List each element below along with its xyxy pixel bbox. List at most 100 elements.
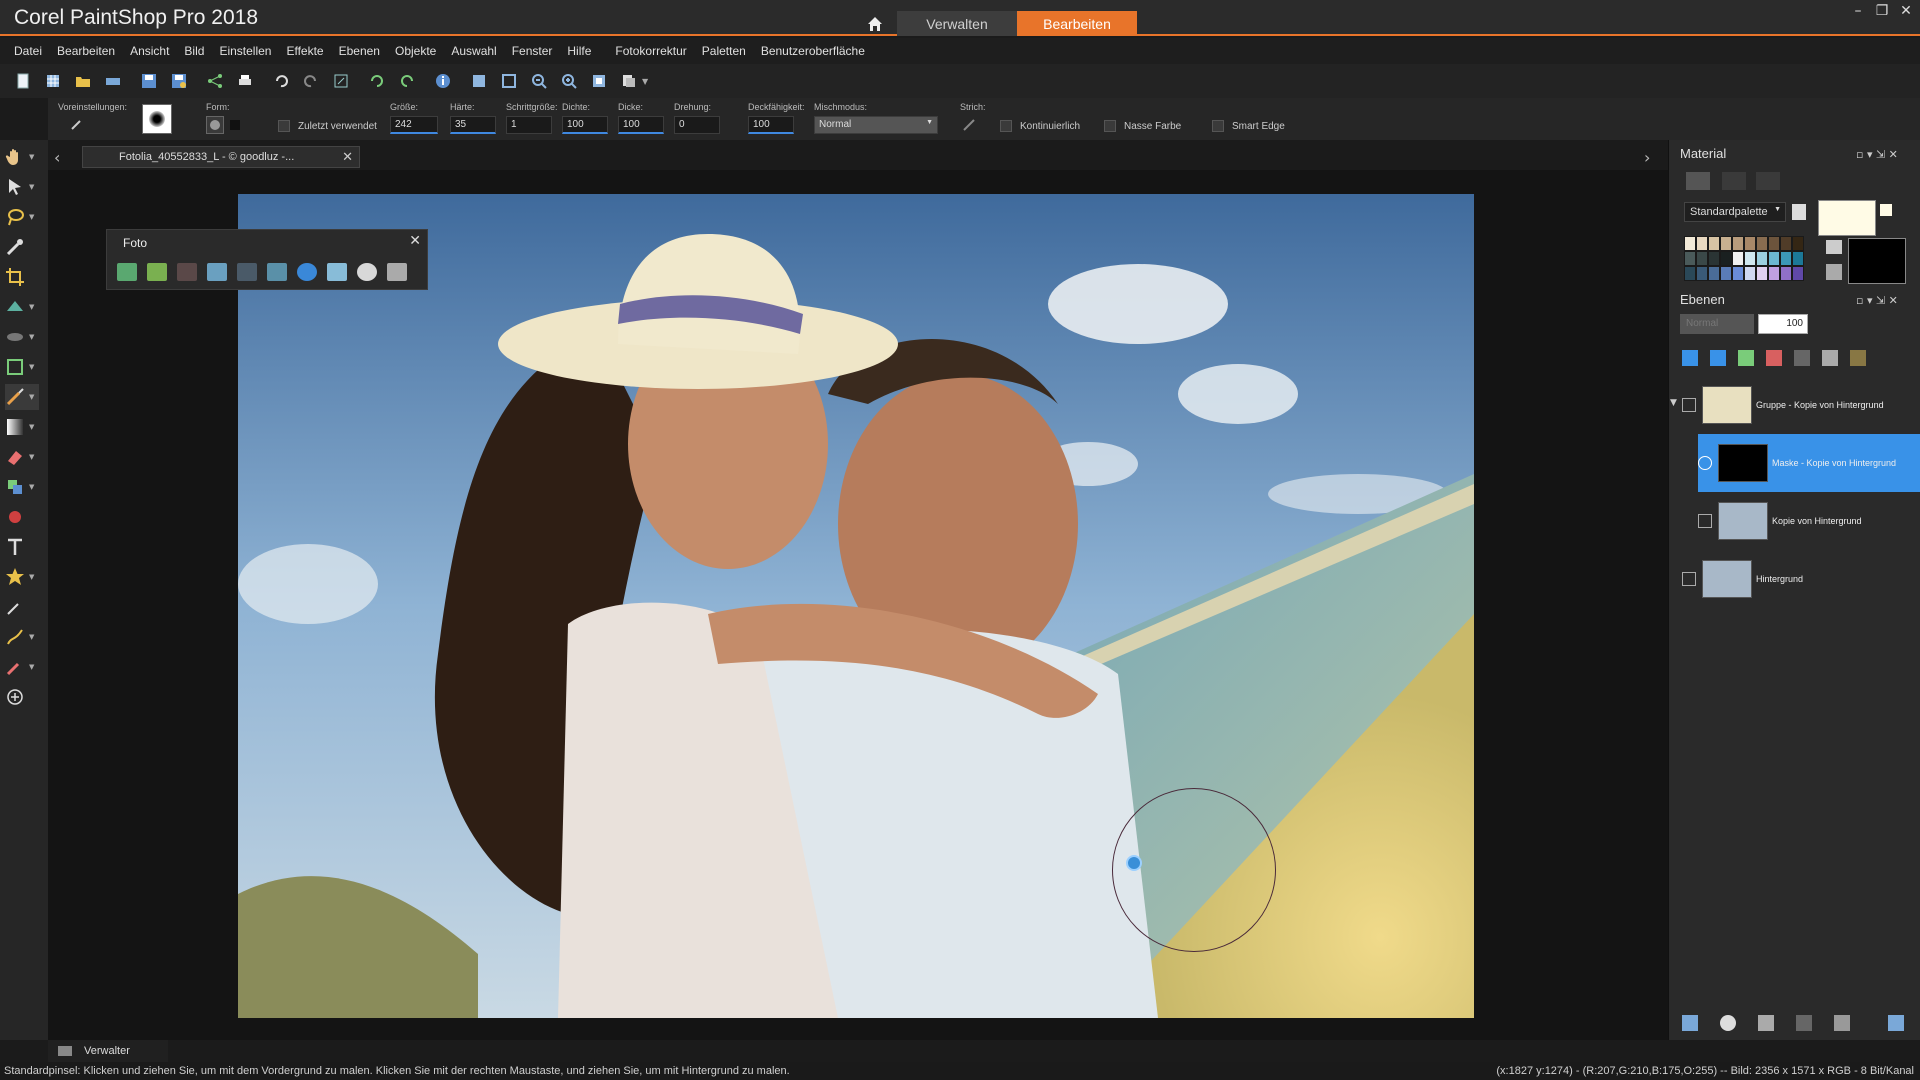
- panel-options-icon[interactable]: ▫ ▾ ⇲ ✕: [1856, 148, 1898, 161]
- thickness-field[interactable]: 100: [618, 116, 664, 134]
- eraser-tool[interactable]: ▼: [5, 444, 39, 470]
- continuous-checkbox[interactable]: Kontinuierlich: [1000, 120, 1080, 132]
- menu-bild[interactable]: Bild: [184, 44, 204, 58]
- gradient-tab[interactable]: [1722, 172, 1746, 190]
- color-swatches[interactable]: [1684, 236, 1804, 282]
- menu-ebenen[interactable]: Ebenen: [339, 44, 380, 58]
- warp-tool[interactable]: ▼: [5, 624, 39, 650]
- new-raster-layer-icon[interactable]: [1682, 350, 1698, 366]
- red-eye-tool[interactable]: ▼: [5, 324, 39, 350]
- palette-select[interactable]: Standardpalette ▼: [1684, 202, 1786, 222]
- palette-menu-icon[interactable]: [1792, 204, 1806, 220]
- redo-icon[interactable]: [302, 72, 320, 90]
- eye-icon[interactable]: [1682, 572, 1696, 586]
- preset-picker-icon[interactable]: [68, 117, 92, 133]
- picture-tube-tool[interactable]: [5, 504, 39, 530]
- layer-row[interactable]: Gruppe - Kopie von Hintergrund: [1682, 376, 1920, 434]
- undo-history-icon[interactable]: [368, 72, 386, 90]
- menu-ansicht[interactable]: Ansicht: [130, 44, 169, 58]
- backlighting-icon[interactable]: [237, 263, 257, 281]
- brush-preview[interactable]: [142, 104, 172, 134]
- menu-auswahl[interactable]: Auswahl: [451, 44, 496, 58]
- clone-tool[interactable]: ▼: [5, 474, 39, 500]
- shape-tool[interactable]: ▼: [5, 564, 39, 590]
- new-vector-layer-icon[interactable]: [1710, 350, 1726, 366]
- crop-tool[interactable]: [5, 264, 39, 290]
- transparent-toggle-icon[interactable]: [1826, 240, 1842, 254]
- square-shape-button[interactable]: [230, 120, 240, 130]
- background-color-swatch[interactable]: [1848, 238, 1906, 284]
- layer-row[interactable]: Hintergrund: [1682, 550, 1920, 608]
- save-icon[interactable]: [140, 72, 158, 90]
- menu-hilfe[interactable]: Hilfe: [567, 44, 591, 58]
- link-icon[interactable]: [1822, 350, 1838, 366]
- new-layer-icon[interactable]: [1682, 1015, 1698, 1031]
- minimize-button[interactable]: –: [1846, 3, 1870, 19]
- opacity-field[interactable]: 100: [748, 116, 794, 134]
- text-tool[interactable]: [5, 534, 39, 560]
- scan-icon[interactable]: [104, 72, 122, 90]
- layer-blend-select[interactable]: Normal: [1680, 314, 1754, 334]
- step-field[interactable]: 1: [506, 116, 552, 134]
- share-icon[interactable]: [206, 72, 224, 90]
- clarify-icon[interactable]: [267, 263, 287, 281]
- panel-options-icon[interactable]: ▫ ▾ ⇲ ✕: [1856, 294, 1898, 307]
- merge-icon[interactable]: [1796, 1015, 1812, 1031]
- swatches-tab[interactable]: [1686, 172, 1710, 190]
- resize-icon[interactable]: [332, 72, 350, 90]
- pick-tool[interactable]: ▼: [5, 174, 39, 200]
- menu-objekte[interactable]: Objekte: [395, 44, 436, 58]
- zoom-in-icon[interactable]: [560, 72, 578, 90]
- chevron-left-icon[interactable]: ‹: [54, 148, 60, 167]
- gradient-tool[interactable]: ▼: [5, 414, 39, 440]
- blend-icon[interactable]: [1720, 1015, 1736, 1031]
- fit-image-icon[interactable]: [500, 72, 518, 90]
- fade-correction-icon[interactable]: [327, 263, 347, 281]
- home-button[interactable]: [860, 11, 890, 36]
- recent-checkbox[interactable]: Zuletzt verwendet: [278, 120, 377, 132]
- chevron-down-icon[interactable]: ▼: [642, 77, 648, 86]
- new-mask-icon[interactable]: [1738, 350, 1754, 366]
- zoom-out-icon[interactable]: [530, 72, 548, 90]
- stroke-brush-icon[interactable]: [962, 118, 976, 135]
- pen-tool[interactable]: [5, 594, 39, 620]
- lasso-tool[interactable]: ▼: [5, 204, 39, 230]
- tab-verwalten[interactable]: Verwalten: [897, 11, 1017, 36]
- layer-properties-icon[interactable]: [1794, 350, 1810, 366]
- new-file-icon[interactable]: [14, 72, 32, 90]
- add-tool-button[interactable]: [5, 684, 39, 710]
- all-tools-icon[interactable]: [1826, 264, 1842, 280]
- info-icon[interactable]: [434, 72, 452, 90]
- hardness-field[interactable]: 35: [450, 116, 496, 134]
- smart-edge-checkbox[interactable]: Smart Edge: [1212, 120, 1285, 132]
- dropper-tool[interactable]: [5, 234, 39, 260]
- mask-icon[interactable]: [1758, 1015, 1774, 1031]
- close-button[interactable]: ✕: [1894, 3, 1918, 19]
- eye-icon[interactable]: [1698, 456, 1712, 470]
- open-folder-icon[interactable]: [74, 72, 92, 90]
- density-field[interactable]: 100: [562, 116, 608, 134]
- makeover-tool[interactable]: ▼: [5, 354, 39, 380]
- swap-colors-icon[interactable]: [1880, 204, 1892, 216]
- tab-bearbeiten[interactable]: Bearbeiten: [1017, 11, 1137, 36]
- foreground-color-swatch[interactable]: [1818, 200, 1876, 236]
- one-step-fix-icon[interactable]: [117, 263, 137, 281]
- eye-icon[interactable]: [1698, 514, 1712, 528]
- save-as-icon[interactable]: [170, 72, 188, 90]
- paint-brush-tool[interactable]: ▼: [5, 384, 39, 410]
- redo-history-icon[interactable]: [398, 72, 416, 90]
- document-tab[interactable]: Fotolia_40552833_L - © goodluz -... ✕: [82, 146, 360, 168]
- fill-flash-icon[interactable]: [207, 263, 227, 281]
- new-canvas-icon[interactable]: [44, 72, 62, 90]
- pattern-tab[interactable]: [1756, 172, 1780, 190]
- close-icon[interactable]: ✕: [342, 149, 353, 165]
- fit-to-screen-icon[interactable]: [387, 263, 407, 281]
- workspace-icon[interactable]: [620, 72, 638, 90]
- layer-row[interactable]: Maske - Kopie von Hintergrund: [1698, 434, 1920, 492]
- trash-icon[interactable]: [1834, 1015, 1850, 1031]
- organizer-tab[interactable]: Verwalter: [48, 1040, 168, 1062]
- blend-mode-select[interactable]: Normal ▼: [814, 116, 938, 134]
- layer-opacity-field[interactable]: 100: [1758, 314, 1808, 334]
- size-field[interactable]: 242: [390, 116, 438, 134]
- actual-size-icon[interactable]: [590, 72, 608, 90]
